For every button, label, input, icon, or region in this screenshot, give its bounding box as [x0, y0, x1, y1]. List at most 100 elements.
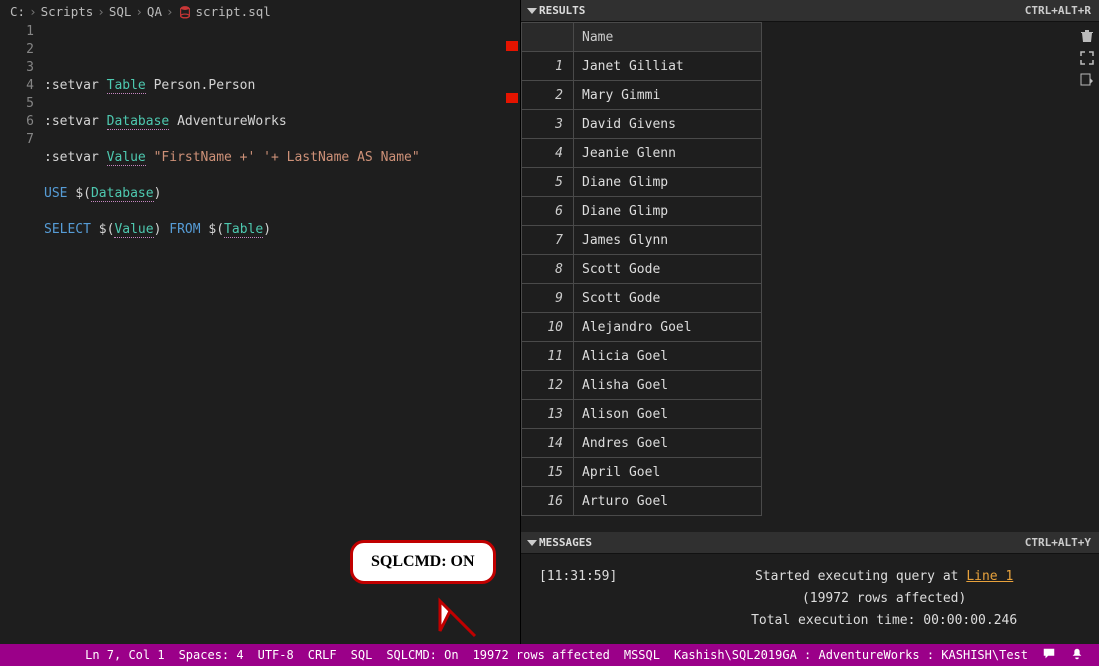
token: USE: [44, 186, 67, 201]
status-cursor[interactable]: Ln 7, Col 1: [78, 648, 171, 662]
feedback-icon[interactable]: [1035, 647, 1063, 664]
chevron-right-icon: ›: [135, 4, 143, 19]
status-connection[interactable]: Kashish\SQL2019GA : AdventureWorks : KAS…: [667, 648, 1035, 662]
table-row[interactable]: 16Arturo Goel: [522, 487, 762, 516]
cell-name[interactable]: Jeanie Glenn: [574, 139, 762, 168]
row-number[interactable]: 1: [522, 52, 574, 81]
crumb-file[interactable]: script.sql: [196, 4, 271, 19]
table-row[interactable]: 3David Givens: [522, 110, 762, 139]
trash-icon[interactable]: [1079, 28, 1095, 44]
row-number[interactable]: 3: [522, 110, 574, 139]
results-grid[interactable]: Name 1Janet Gilliat2Mary Gimmi3David Giv…: [521, 22, 1075, 532]
token: Value: [107, 150, 146, 166]
row-number[interactable]: 7: [522, 226, 574, 255]
cell-name[interactable]: Diane Glimp: [574, 168, 762, 197]
cell-name[interactable]: April Goel: [574, 458, 762, 487]
chevron-right-icon: ›: [97, 4, 105, 19]
cell-name[interactable]: Alicia Goel: [574, 342, 762, 371]
row-number[interactable]: 14: [522, 429, 574, 458]
cell-name[interactable]: Janet Gilliat: [574, 52, 762, 81]
grid-toolbar: [1075, 22, 1099, 532]
code-area[interactable]: :setvar Table Person.Person :setvar Data…: [44, 23, 520, 347]
table-row[interactable]: 10Alejandro Goel: [522, 313, 762, 342]
message-text: Started executing query at: [755, 569, 966, 584]
cell-name[interactable]: Arturo Goel: [574, 487, 762, 516]
maximize-icon[interactable]: [1079, 50, 1095, 66]
breadcrumb[interactable]: C: › Scripts › SQL › QA › script.sql: [0, 0, 520, 23]
row-number[interactable]: 16: [522, 487, 574, 516]
cell-name[interactable]: Scott Gode: [574, 255, 762, 284]
crumb-drive[interactable]: C:: [10, 4, 25, 19]
token: SELECT: [44, 222, 91, 237]
status-language[interactable]: SQL: [344, 648, 380, 662]
token: Database: [91, 186, 154, 202]
cell-name[interactable]: Alison Goel: [574, 400, 762, 429]
table-row[interactable]: 14Andres Goel: [522, 429, 762, 458]
crumb-folder[interactable]: SQL: [109, 4, 132, 19]
cell-name[interactable]: Alisha Goel: [574, 371, 762, 400]
row-number[interactable]: 8: [522, 255, 574, 284]
table-row[interactable]: 2Mary Gimmi: [522, 81, 762, 110]
bell-icon[interactable]: [1063, 647, 1091, 664]
table-row[interactable]: 4Jeanie Glenn: [522, 139, 762, 168]
table-row[interactable]: 13Alison Goel: [522, 400, 762, 429]
table-row[interactable]: 8Scott Gode: [522, 255, 762, 284]
crumb-folder[interactable]: QA: [147, 4, 162, 19]
status-spaces[interactable]: Spaces: 4: [172, 648, 251, 662]
status-encoding[interactable]: UTF-8: [251, 648, 301, 662]
row-number[interactable]: 13: [522, 400, 574, 429]
collapse-icon[interactable]: [527, 540, 537, 546]
editor-pane: C: › Scripts › SQL › QA › script.sql 1 2…: [0, 0, 521, 644]
line-link[interactable]: Line 1: [966, 569, 1013, 584]
row-number[interactable]: 15: [522, 458, 574, 487]
cell-name[interactable]: Andres Goel: [574, 429, 762, 458]
token: "FirstName +' '+ LastName AS Name": [154, 150, 420, 165]
row-number[interactable]: 12: [522, 371, 574, 400]
message-timestamp: [11:31:59]: [539, 566, 617, 632]
cell-name[interactable]: Scott Gode: [574, 284, 762, 313]
row-number[interactable]: 11: [522, 342, 574, 371]
code-editor[interactable]: 1 2 3 4 5 6 7 :setvar Table Person.Perso…: [0, 23, 520, 347]
status-eol[interactable]: CRLF: [301, 648, 344, 662]
row-number[interactable]: 6: [522, 197, 574, 226]
annotation-callout: SQLCMD: ON: [350, 540, 496, 584]
table-row[interactable]: 1Janet Gilliat: [522, 52, 762, 81]
table-row[interactable]: 5Diane Glimp: [522, 168, 762, 197]
row-number[interactable]: 5: [522, 168, 574, 197]
overview-marker: [506, 41, 518, 51]
status-mssql[interactable]: MSSQL: [617, 648, 667, 662]
collapse-icon[interactable]: [527, 8, 537, 14]
token: AdventureWorks: [177, 114, 287, 129]
token: :setvar: [44, 114, 99, 129]
row-header-blank[interactable]: [522, 23, 574, 52]
cell-name[interactable]: Diane Glimp: [574, 197, 762, 226]
results-header[interactable]: RESULTS CTRL+ALT+R: [521, 0, 1099, 22]
token: Person.Person: [154, 78, 256, 93]
line-number: 4: [0, 77, 34, 95]
cell-name[interactable]: Alejandro Goel: [574, 313, 762, 342]
database-icon: [178, 5, 192, 19]
row-number[interactable]: 2: [522, 81, 574, 110]
export-icon[interactable]: [1079, 72, 1095, 88]
table-row[interactable]: 15April Goel: [522, 458, 762, 487]
message-text: Total execution time: 00:00:00.246: [751, 613, 1017, 628]
status-rows[interactable]: 19972 rows affected: [466, 648, 617, 662]
token: ): [154, 222, 162, 237]
row-number[interactable]: 4: [522, 139, 574, 168]
messages-area: [11:31:59] Started executing query at Li…: [521, 554, 1099, 644]
table-row[interactable]: 6Diane Glimp: [522, 197, 762, 226]
cell-name[interactable]: James Glynn: [574, 226, 762, 255]
cell-name[interactable]: Mary Gimmi: [574, 81, 762, 110]
status-sqlcmd[interactable]: SQLCMD: On: [379, 648, 465, 662]
row-number[interactable]: 10: [522, 313, 574, 342]
table-row[interactable]: 9Scott Gode: [522, 284, 762, 313]
column-header[interactable]: Name: [574, 23, 762, 52]
messages-header[interactable]: MESSAGES CTRL+ALT+Y: [521, 532, 1099, 554]
table-row[interactable]: 12Alisha Goel: [522, 371, 762, 400]
table-row[interactable]: 11Alicia Goel: [522, 342, 762, 371]
cell-name[interactable]: David Givens: [574, 110, 762, 139]
table-row[interactable]: 7James Glynn: [522, 226, 762, 255]
crumb-folder[interactable]: Scripts: [41, 4, 94, 19]
row-number[interactable]: 9: [522, 284, 574, 313]
line-number: 1: [0, 23, 34, 41]
